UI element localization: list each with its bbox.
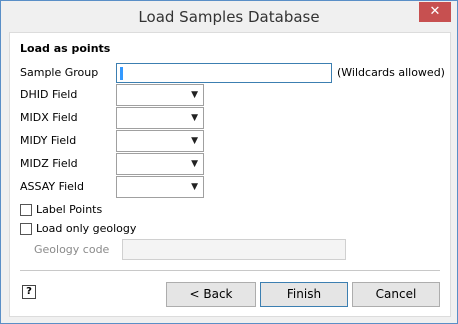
midy-field-label: MIDY Field: [20, 134, 77, 147]
separator: [20, 270, 440, 271]
chevron-down-icon[interactable]: ▼: [191, 159, 198, 169]
load-only-geology-label[interactable]: Load only geology: [36, 222, 136, 235]
dhid-field-label: DHID Field: [20, 88, 78, 101]
close-icon[interactable]: ✕: [419, 2, 451, 22]
geology-code-label: Geology code: [34, 243, 110, 256]
midx-field-label: MIDX Field: [20, 111, 78, 124]
midz-field-select[interactable]: ▼: [116, 153, 204, 175]
chevron-down-icon[interactable]: ▼: [191, 113, 198, 123]
dialog-window: Load Samples Database ✕ Load as points S…: [0, 0, 458, 324]
cancel-button[interactable]: Cancel: [352, 282, 440, 307]
label-points-label[interactable]: Label Points: [36, 203, 102, 216]
sample-group-input[interactable]: [116, 63, 332, 83]
back-button[interactable]: < Back: [166, 282, 256, 307]
wildcards-hint: (Wildcards allowed): [337, 66, 445, 79]
chevron-down-icon[interactable]: ▼: [191, 136, 198, 146]
assay-field-label: ASSAY Field: [20, 180, 84, 193]
label-points-checkbox[interactable]: [20, 204, 32, 216]
load-only-geology-checkbox[interactable]: [20, 223, 32, 235]
chevron-down-icon[interactable]: ▼: [191, 182, 198, 192]
midz-field-label: MIDZ Field: [20, 157, 78, 170]
title-bar: Load Samples Database ✕: [1, 1, 457, 32]
text-cursor: [120, 67, 123, 80]
dialog-body: Load as points Sample Group (Wildcards a…: [9, 32, 451, 317]
finish-button[interactable]: Finish: [260, 282, 348, 307]
sample-group-label: Sample Group: [20, 66, 99, 79]
help-icon[interactable]: ?: [22, 285, 36, 299]
chevron-down-icon[interactable]: ▼: [191, 90, 198, 100]
midx-field-select[interactable]: ▼: [116, 107, 204, 129]
dhid-field-select[interactable]: ▼: [116, 84, 204, 106]
window-title: Load Samples Database: [138, 8, 320, 26]
section-title: Load as points: [20, 42, 111, 55]
midy-field-select[interactable]: ▼: [116, 130, 204, 152]
geology-code-input: [122, 239, 346, 260]
assay-field-select[interactable]: ▼: [116, 176, 204, 198]
